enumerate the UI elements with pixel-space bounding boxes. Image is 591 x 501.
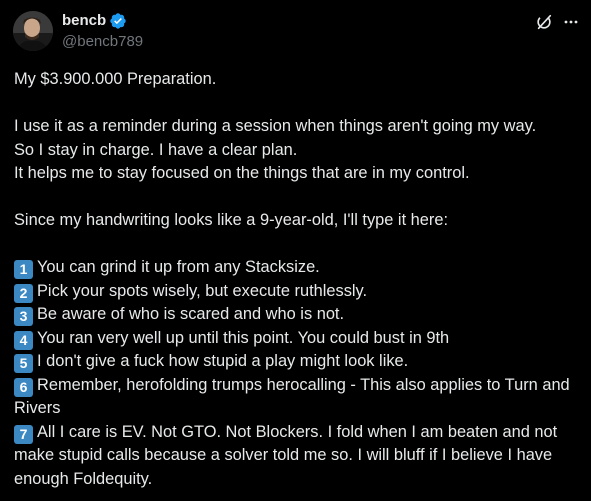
more-horizontal-icon[interactable] <box>563 14 579 30</box>
list-item-text: Be aware of who is scared and who is not… <box>37 305 345 323</box>
list-item: 1 You can grind it up from any Stacksize. <box>14 256 584 280</box>
list-item-text: Pick your spots wisely, but execute ruth… <box>37 281 368 300</box>
list-item: 7 All I care is EV. Not GTO. Not Blockers… <box>14 421 584 492</box>
tweet-header: bencb @bencb789 <box>0 0 591 64</box>
verified-badge-icon <box>110 12 126 29</box>
list-item: 4 You ran very well up until this point. … <box>14 327 584 351</box>
list-item: 3 Be aware of who is scared and who is no… <box>14 303 584 327</box>
avatar-image <box>13 11 53 51</box>
name-row: bencb <box>62 11 127 30</box>
keycap-2-icon: 2 <box>14 283 33 303</box>
list-item-text: You ran very well up until this point. Y… <box>37 328 450 347</box>
avatar[interactable] <box>13 11 53 51</box>
list-item: 2 Pick your spots wisely, but execute rut… <box>14 280 584 304</box>
list-item-text: Remember, herofolding trumps herocalling… <box>14 375 570 418</box>
keycap-1-icon: 1 <box>14 260 33 279</box>
display-name[interactable]: bencb <box>62 11 106 30</box>
keycap-6-icon: 6 <box>14 377 33 397</box>
tweet-title-line: My $3.900.000 Preparation. <box>14 70 217 88</box>
user-handle[interactable]: @bencb789 <box>62 32 143 51</box>
list-item-text: You can grind it up from any Stacksize. <box>37 258 320 276</box>
keycap-4-icon: 4 <box>14 330 33 350</box>
list-item-text: All I care is EV. Not GTO. Not Blockers.… <box>14 422 558 488</box>
keycap-5-icon: 5 <box>14 354 33 373</box>
para1-line: I use it as a reminder during a session … <box>14 117 537 135</box>
list-item-text: I don't give a fuck how stupid a play mi… <box>37 352 409 370</box>
keycap-7-icon: 7 <box>14 424 33 444</box>
tweet-text: My $3.900.000 Preparation. I use it as a… <box>14 68 584 491</box>
list-item: 5I don't give a fuck how stupid a play m… <box>14 350 584 374</box>
grok-icon[interactable] <box>535 13 553 31</box>
list-item: 6 Remember, herofolding trumps herocallin… <box>14 374 584 421</box>
para1-line: So I stay in charge. I have a clear plan… <box>14 140 298 159</box>
para1-line: It helps me to stay focused on the thing… <box>14 164 470 182</box>
keycap-3-icon: 3 <box>14 307 33 326</box>
para2: Since my handwriting looks like a 9-year… <box>14 211 449 229</box>
